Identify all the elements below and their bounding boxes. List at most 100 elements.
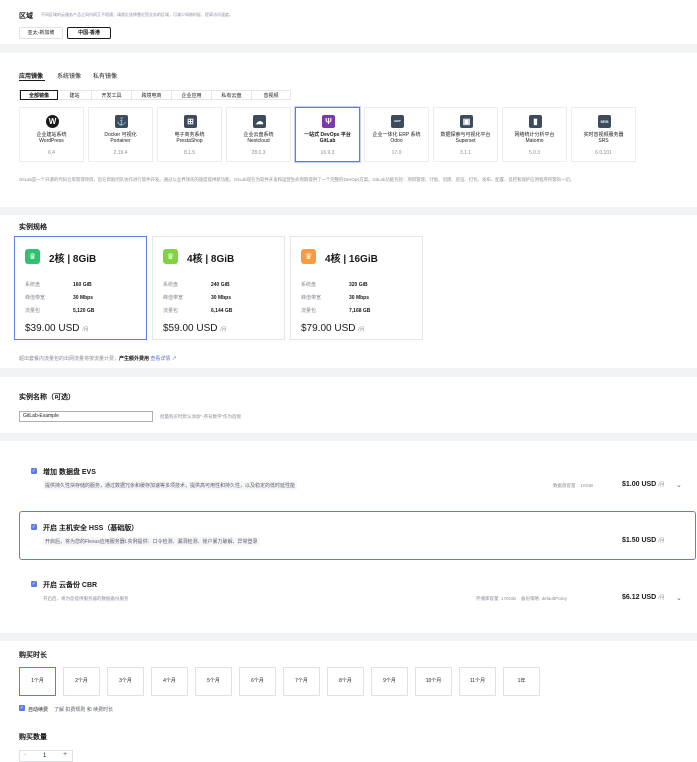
spec-card-4c8g[interactable]: ♛ 4核 | 8GiB 系统盘 240 GiB 峰值带宽 30 Mbps 流量包 6,… bbox=[152, 236, 285, 340]
instance-name-input[interactable]: GitLab-Example bbox=[19, 411, 153, 422]
duration-option[interactable]: 11个月 bbox=[459, 667, 496, 696]
addon-cbr: ✓ 开启 云备份 CBR 开启后，将为您提供服务器的数据备份服务 存储库容量 1… bbox=[19, 580, 697, 610]
auto-renew-label: 自动续费 bbox=[28, 707, 49, 713]
evs-capacity: 数据盘容量 10GiB bbox=[553, 483, 594, 488]
odoo-icon: ERP bbox=[391, 115, 404, 128]
image-name: 一站式 DevOps 平台 GitLab bbox=[304, 132, 351, 144]
wordpress-icon: W bbox=[46, 115, 59, 128]
duration-option[interactable]: 10个月 bbox=[415, 667, 452, 696]
category-media[interactable]: 音视频 bbox=[252, 91, 290, 101]
spec-card-2c8g[interactable]: ♛ 2核 | 8GiB 系统盘 160 GiB 峰值带宽 30 Mbps 流量包 5,… bbox=[14, 236, 147, 340]
image-name: 网络统计分析平台 Matomo bbox=[514, 132, 555, 144]
image-name: 企业建站系统 WordPress bbox=[36, 132, 67, 144]
duration-option[interactable]: 1年 bbox=[503, 667, 540, 696]
cart-icon: ⊞ bbox=[184, 115, 197, 128]
tab-private-image[interactable]: 私有镜像 bbox=[93, 71, 117, 80]
image-card-prestashop[interactable]: ⊞ 电子商务系统 PrestaShop 8.1.5 bbox=[157, 107, 222, 162]
chevron-down-icon[interactable]: ⌄ bbox=[676, 481, 682, 489]
instance-name-title: 实例名称（可选） bbox=[19, 394, 75, 401]
auto-renew-checkbox[interactable]: ✓ bbox=[19, 705, 25, 711]
image-name: 企业一体化 ERP 系统 Odoo bbox=[372, 132, 421, 144]
spec-bandwidth: 峰值带宽 30 Mbps bbox=[25, 295, 94, 301]
cbr-checkbox[interactable]: ✓ bbox=[31, 581, 37, 587]
region-title: 区域 bbox=[19, 13, 33, 20]
duration-option[interactable]: 4个月 bbox=[151, 667, 188, 696]
image-version: 3.1.1 bbox=[459, 150, 472, 156]
quantity-plus-button[interactable]: + bbox=[63, 751, 67, 758]
image-description: GitLab是一个开源的代码仓库管理项目，旨在帮助团队协作进行软件开发。通过以业… bbox=[19, 177, 575, 182]
image-card-matomo[interactable]: ▮ 网络统计分析平台 Matomo 5.0.3 bbox=[502, 107, 567, 162]
duration-title: 购买时长 bbox=[19, 652, 47, 659]
spec-disk: 系统盘 240 GiB bbox=[163, 282, 230, 288]
duration-option[interactable]: 7个月 bbox=[283, 667, 320, 696]
category-ecommerce[interactable]: 跨境电商 bbox=[132, 91, 172, 101]
image-version: 28.0.3 bbox=[251, 150, 266, 156]
spec-details-link[interactable]: 查看详情 bbox=[150, 356, 170, 362]
duration-option[interactable]: 9个月 bbox=[371, 667, 408, 696]
category-bar: 全部镜像 建站 开发工具 跨境电商 企业应用 私有云盘 音视频 bbox=[19, 90, 291, 101]
gitlab-icon: Ψ bbox=[322, 115, 335, 128]
tab-system-image[interactable]: 系统镜像 bbox=[57, 71, 81, 80]
addon-section: ✓ 增加 数据盘 EVS 提供持久性块存储的服务，通过数据冗余和缓存加速等多项技… bbox=[0, 441, 697, 633]
category-devtools[interactable]: 开发工具 bbox=[92, 91, 132, 101]
addon-title: 开启 主机安全 HSS（基础版） bbox=[43, 525, 139, 532]
image-name: 数据探索与可视化平台 Superset bbox=[440, 132, 491, 144]
region-hint: 不同区域的云服务产品之间内网互不相通；请就近选择靠近您业务的区域，可减少网络时延… bbox=[41, 12, 233, 17]
evs-checkbox[interactable]: ✓ bbox=[31, 468, 37, 474]
image-card-srs[interactable]: SRS 实时音视频服务器 SRS 6.0.101 bbox=[571, 107, 636, 162]
addon-price: $1.50 USD /月 bbox=[622, 537, 665, 544]
spec-name: 4核 | 16GiB bbox=[325, 254, 378, 265]
crown-icon: ♛ bbox=[163, 249, 178, 264]
spec-name: 2核 | 8GiB bbox=[49, 254, 97, 265]
quantity-value[interactable]: 1 bbox=[43, 753, 46, 759]
image-version: 16.9.3 bbox=[320, 150, 335, 156]
image-card-superset[interactable]: ▣ 数据探索与可视化平台 Superset 3.1.1 bbox=[433, 107, 498, 162]
duration-option[interactable]: 8个月 bbox=[327, 667, 364, 696]
spec-bandwidth: 峰值带宽 30 Mbps bbox=[163, 295, 232, 301]
addon-desc: 开启后，将为您提供服务器的数据备份服务 bbox=[43, 596, 129, 601]
region-option-hongkong[interactable]: 中国-香港 bbox=[67, 27, 111, 39]
spec-card-4c16g[interactable]: ♛ 4核 | 16GiB 系统盘 320 GiB 峰值带宽 30 Mbps 流量包 7… bbox=[290, 236, 423, 340]
tab-app-image[interactable]: 应用镜像 bbox=[19, 71, 43, 80]
spec-traffic: 流量包 5,120 GB bbox=[25, 308, 95, 314]
image-card-nextcloud[interactable]: ☁ 企业云盘系统 Nextcloud 28.0.3 bbox=[226, 107, 291, 162]
category-all[interactable]: 全部镜像 bbox=[20, 90, 58, 100]
srs-icon: SRS bbox=[598, 115, 611, 128]
duration-option[interactable]: 3个月 bbox=[107, 667, 144, 696]
image-name: 实时音视频服务器 SRS bbox=[583, 132, 624, 144]
image-card-gitlab[interactable]: Ψ 一站式 DevOps 平台 GitLab 16.9.3 bbox=[295, 107, 360, 162]
duration-option[interactable]: 1个月 bbox=[19, 667, 56, 696]
image-card-portainer[interactable]: ⚓ Docker 可视化 Portainer 2.19.4 bbox=[88, 107, 153, 162]
duration-option[interactable]: 5个月 bbox=[195, 667, 232, 696]
spec-name: 4核 | 8GiB bbox=[187, 254, 235, 265]
spec-title: 实例规格 bbox=[19, 224, 47, 231]
duration-option[interactable]: 2个月 bbox=[63, 667, 100, 696]
category-enterprise[interactable]: 企业应用 bbox=[172, 91, 212, 101]
image-name: Docker 可视化 Portainer bbox=[104, 132, 137, 144]
spec-traffic: 流量包 7,168 GB bbox=[301, 308, 371, 314]
quantity-minus-button[interactable]: − bbox=[23, 752, 27, 759]
hss-checkbox[interactable]: ✓ bbox=[31, 524, 37, 530]
spec-bandwidth: 峰值带宽 30 Mbps bbox=[301, 295, 370, 301]
image-card-odoo[interactable]: ERP 企业一体化 ERP 系统 Odoo 17.0 bbox=[364, 107, 429, 162]
addon-desc: 开启后，将为您的Flexus应用服务器L实例提供：口令检测、漏洞检测、账户暴力破… bbox=[43, 537, 260, 546]
spec-price: $79.00 USD /月 bbox=[301, 323, 365, 334]
addon-title: 增加 数据盘 EVS bbox=[43, 469, 96, 476]
image-version: 6.0.101 bbox=[595, 150, 612, 156]
addon-price: $1.00 USD /月 bbox=[622, 481, 665, 488]
region-option-singapore[interactable]: 亚太-新加坡 bbox=[19, 27, 63, 39]
addon-hss: ✓ 开启 主机安全 HSS（基础版） 开启后，将为您的Flexus应用服务器L实… bbox=[20, 523, 690, 553]
addon-title: 开启 云备份 CBR bbox=[43, 582, 98, 589]
image-name: 企业云盘系统 Nextcloud bbox=[243, 132, 274, 144]
category-cloud-disk[interactable]: 私有云盘 bbox=[212, 91, 252, 101]
quantity-stepper: − 1 + bbox=[19, 750, 73, 762]
duration-option[interactable]: 6个月 bbox=[239, 667, 276, 696]
purchase-section: 购买时长 购买数量 bbox=[0, 641, 697, 762]
chevron-down-icon[interactable]: ⌄ bbox=[676, 594, 682, 602]
quantity-title: 购买数量 bbox=[19, 734, 47, 741]
cbr-meta: 存储库容量 170GiB 备份策略 defaultPolicy bbox=[476, 596, 568, 601]
category-website[interactable]: 建站 bbox=[58, 91, 92, 101]
renew-rules-link[interactable]: 了解 扣费规则 和 续费时长 bbox=[54, 706, 113, 713]
image-card-wordpress[interactable]: W 企业建站系统 WordPress 6.4 bbox=[19, 107, 84, 162]
instance-name-hint: 批量购买时默认添加“-序号数字”作为后缀 bbox=[160, 414, 241, 419]
